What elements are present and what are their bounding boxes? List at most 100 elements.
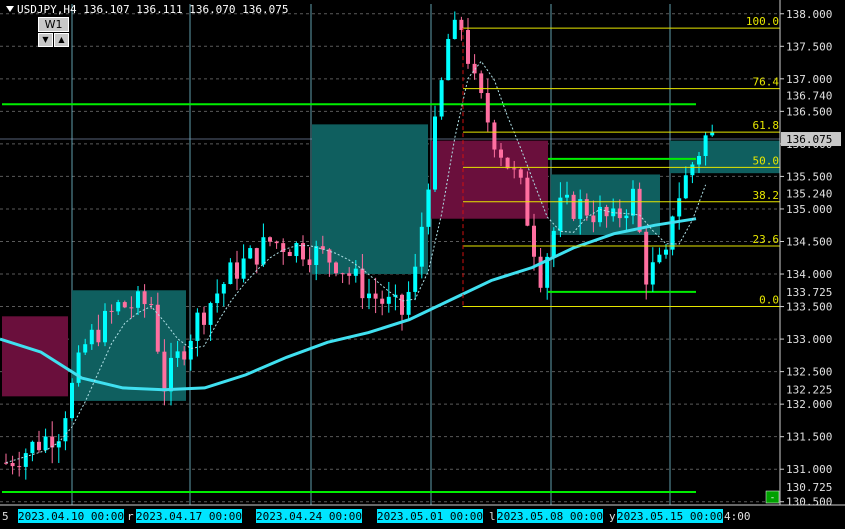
y-tick-label: 132.000 xyxy=(786,398,832,411)
candle-body xyxy=(202,312,206,325)
candle-body xyxy=(340,273,345,275)
candle-body xyxy=(63,418,68,442)
candle-body xyxy=(433,116,437,190)
candle-body xyxy=(241,258,246,279)
candle-body xyxy=(353,268,358,276)
candle-body xyxy=(452,19,457,39)
candle-body xyxy=(142,291,147,305)
y-tick-label: 133.500 xyxy=(786,301,832,314)
timeframe-up-button[interactable]: ▲ xyxy=(54,33,69,47)
timeframe-down-button[interactable]: ▼ xyxy=(38,33,53,47)
chart-menu-icon[interactable] xyxy=(6,6,14,12)
candle-body xyxy=(221,284,226,294)
candle-body xyxy=(360,268,365,299)
candle-body xyxy=(169,357,173,392)
candle-body xyxy=(664,249,668,255)
candle-body xyxy=(188,340,193,360)
candle-body xyxy=(149,304,154,306)
candle-body xyxy=(208,303,213,325)
x-tick-label: 2023.04.24 00:00 xyxy=(256,510,362,523)
candle-body xyxy=(195,312,200,341)
candle-body xyxy=(162,351,167,392)
candle-body xyxy=(373,293,378,299)
candle-body xyxy=(215,293,220,304)
candle-body xyxy=(30,441,35,454)
price-chart[interactable]: 100.0 76.4 61.8 50.0 38.2 23.6 0.0 138.000 137.… xyxy=(0,0,845,529)
candle-body xyxy=(644,231,649,285)
symbol-label: USDJPY,H4 xyxy=(17,3,77,16)
candle-body xyxy=(307,259,312,265)
candle-body xyxy=(400,294,404,315)
candle-body xyxy=(261,237,266,265)
y-tick-label: 131.500 xyxy=(786,431,832,444)
candle-body xyxy=(657,254,662,263)
fib-level-label: 50.0 xyxy=(753,154,780,167)
candle-body xyxy=(89,329,94,345)
candle-body xyxy=(314,246,319,265)
candle-body xyxy=(70,382,74,419)
fib-level-label: 38.2 xyxy=(753,189,780,202)
candle-body xyxy=(235,262,239,279)
timeframe-label: W1 xyxy=(38,17,69,32)
fib-level-label: 23.6 xyxy=(753,233,780,246)
y-tick-label: 134.000 xyxy=(786,268,832,281)
candle-body xyxy=(50,436,55,448)
candle-body xyxy=(426,189,431,227)
y-tick-label: 137.000 xyxy=(786,73,832,86)
price-level-label: 133.725 xyxy=(786,286,832,299)
candle-body xyxy=(518,169,523,178)
candle-body xyxy=(532,225,536,257)
y-tick-label: 135.500 xyxy=(786,170,832,183)
candle-body xyxy=(558,197,563,231)
y-tick-label: 132.500 xyxy=(786,366,832,379)
candle-body xyxy=(406,291,411,315)
y-tick-label: 136.500 xyxy=(786,105,832,118)
fib-level-label: 0.0 xyxy=(759,294,779,307)
candle-body xyxy=(122,302,127,308)
candle-body xyxy=(294,243,299,257)
candle-body xyxy=(129,307,134,309)
x-edge-label: 5 xyxy=(2,510,9,523)
candle-body xyxy=(17,466,22,468)
x-gap-label: r xyxy=(127,510,134,523)
demand-zone xyxy=(72,290,186,401)
candle-body xyxy=(683,175,688,199)
candle-body xyxy=(380,298,385,304)
candle-body xyxy=(485,93,490,123)
price-level-label: 130.725 xyxy=(786,481,832,494)
y-tick-label: 133.000 xyxy=(786,333,832,346)
candle-body xyxy=(439,80,444,117)
x-tick-label: 2023.05.01 00:00 xyxy=(377,510,483,523)
candle-body xyxy=(37,441,41,451)
candle-body xyxy=(690,164,695,176)
candle-body xyxy=(248,248,253,259)
candle-body xyxy=(109,310,114,312)
candle-body xyxy=(446,38,451,81)
price-level-label: 132.225 xyxy=(786,384,832,397)
x-tick-label: 2023.05.15 00:00 xyxy=(617,510,723,523)
candle-body xyxy=(23,453,28,467)
candle-body xyxy=(492,122,497,150)
candle-body xyxy=(466,30,470,64)
candle-body xyxy=(96,329,101,343)
level-marker-text: - xyxy=(771,493,774,503)
price-level-label: 135.240 xyxy=(786,187,832,200)
candle-body xyxy=(505,157,510,169)
candle-body xyxy=(697,155,701,165)
candle-body xyxy=(10,462,15,467)
y-tick-label: 137.500 xyxy=(786,40,832,53)
candle-body xyxy=(565,194,569,198)
candle-body xyxy=(710,132,715,136)
candle-body xyxy=(274,241,279,244)
candle-body xyxy=(103,310,107,343)
candle-body xyxy=(287,251,292,257)
candle-body xyxy=(83,344,88,353)
candle-body xyxy=(413,266,418,292)
current-price-label: 136.075 xyxy=(786,133,832,146)
candle-body xyxy=(571,194,576,219)
candle-body xyxy=(4,462,8,464)
candle-body xyxy=(419,226,424,267)
candle-body xyxy=(624,215,629,219)
candle-body xyxy=(254,248,259,265)
candle-body xyxy=(512,168,517,170)
